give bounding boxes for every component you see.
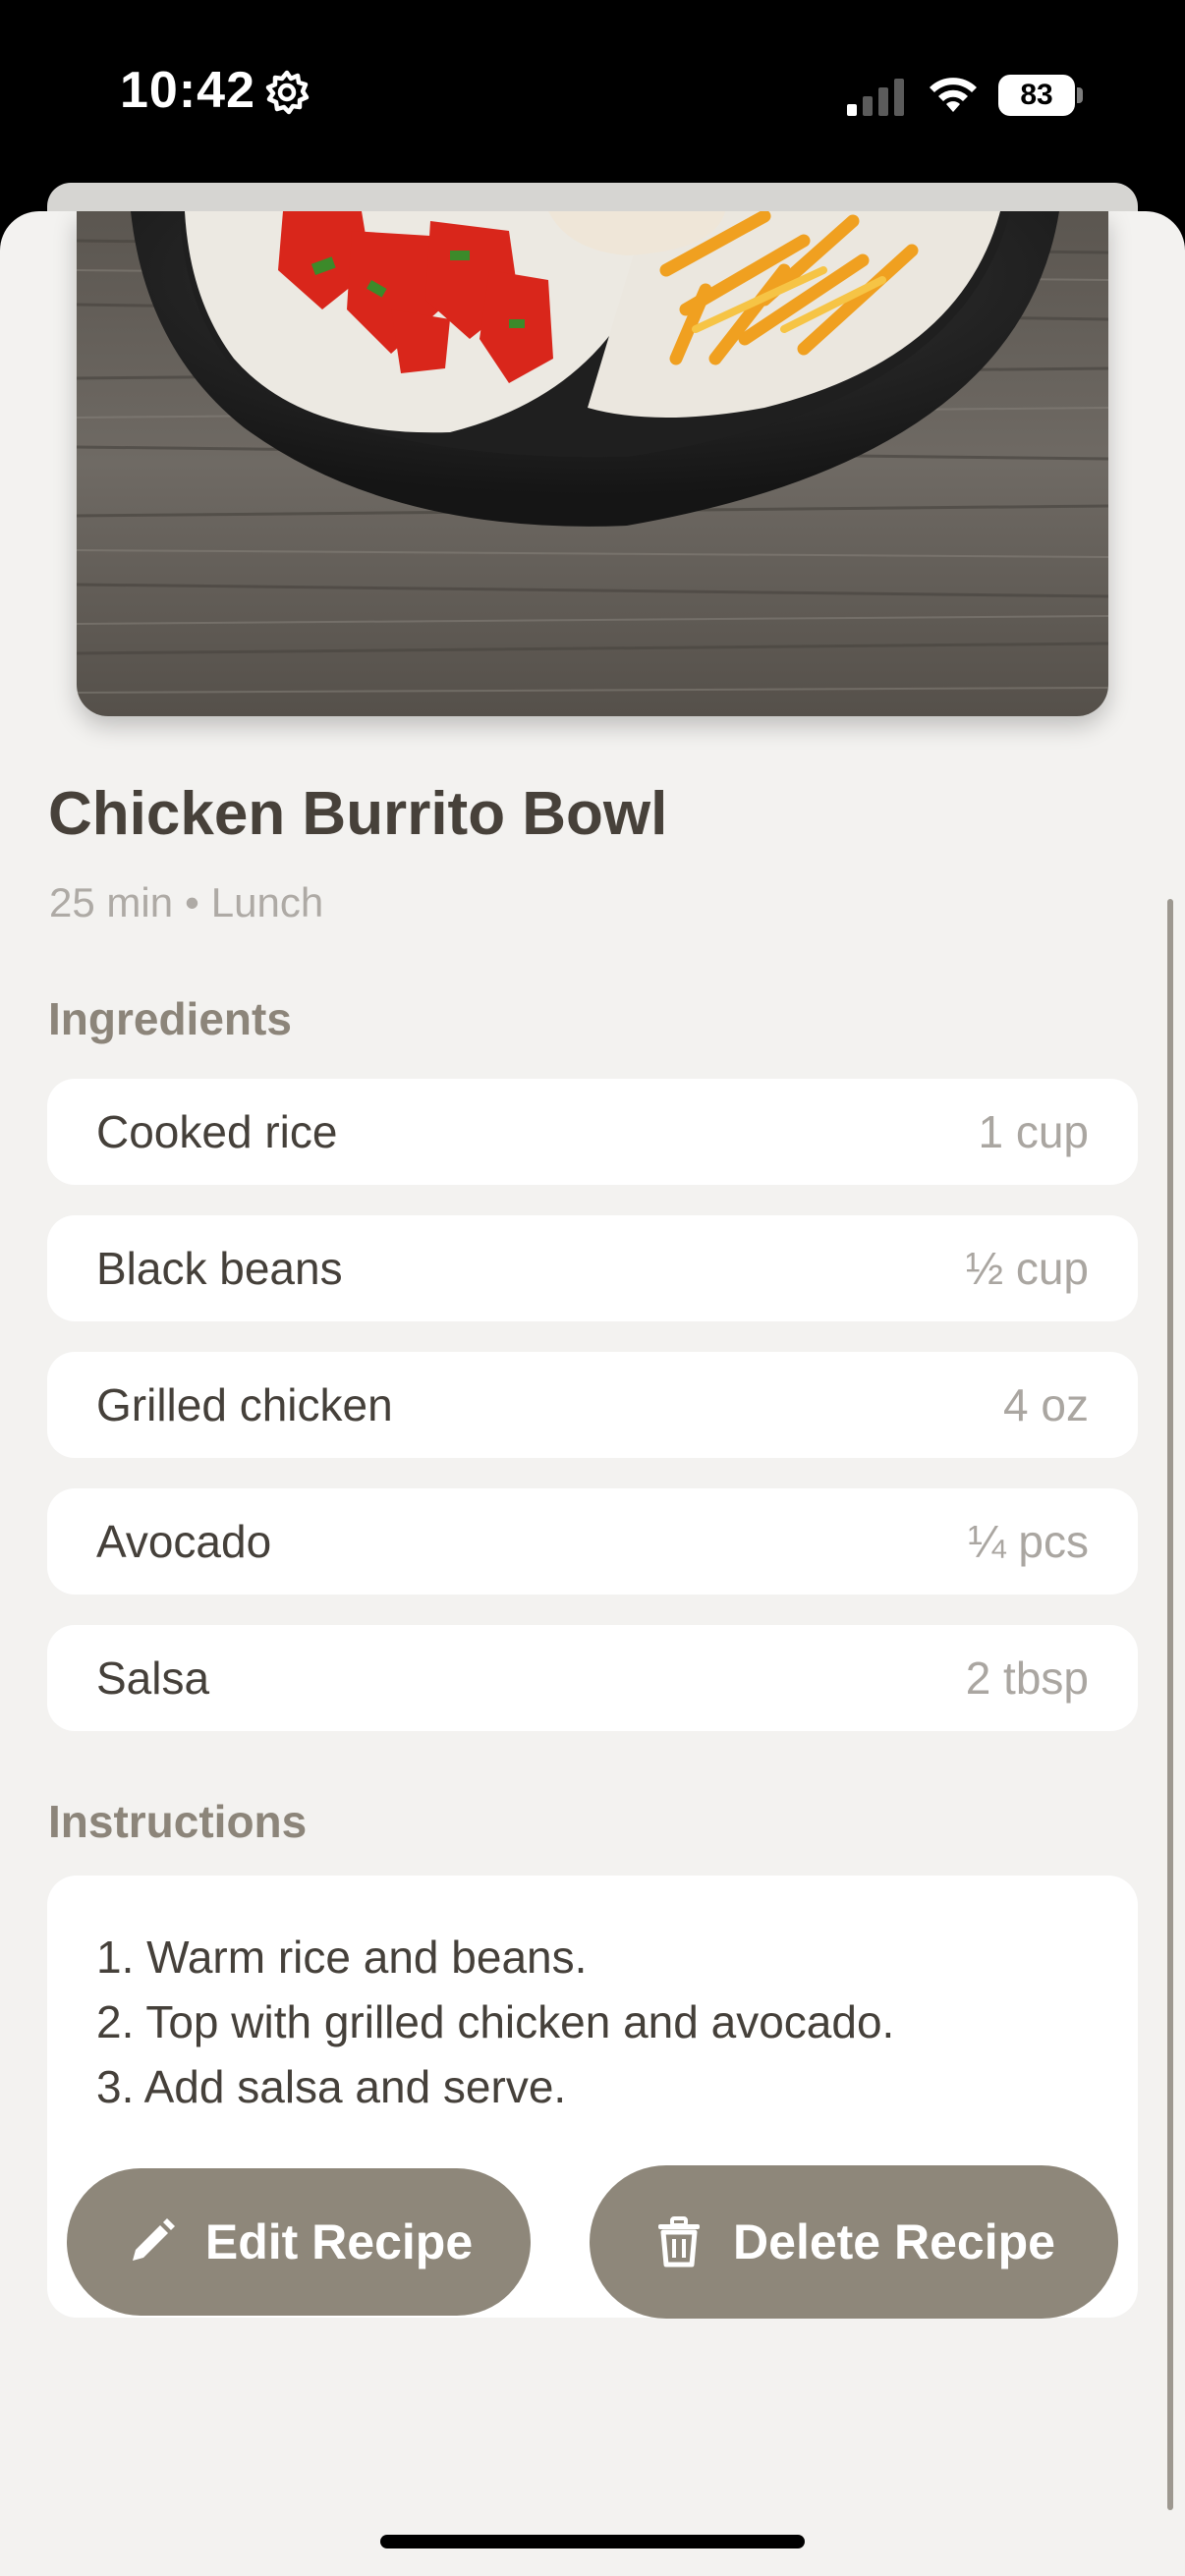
pencil-icon [132, 2218, 175, 2261]
edit-recipe-button[interactable]: Edit Recipe [67, 2168, 531, 2316]
instructions-heading: Instructions [48, 1796, 308, 1847]
wifi-icon [930, 78, 977, 112]
scroll-indicator[interactable] [1167, 899, 1173, 2510]
instruction-step: 2. Top with grilled chicken and avocado. [96, 1996, 895, 2047]
ingredient-name: Salsa [96, 1652, 210, 1704]
recipe-meta: 25 min • Lunch [49, 879, 323, 926]
ingredient-quantity: ¼ pcs [968, 1516, 1089, 1567]
ingredient-row[interactable]: Salsa 2 tbsp [47, 1625, 1138, 1731]
delete-recipe-label: Delete Recipe [733, 2214, 1055, 2269]
status-bar: 10:42 83 [0, 0, 1185, 187]
delete-recipe-button[interactable]: Delete Recipe [590, 2165, 1118, 2319]
home-indicator[interactable] [380, 2535, 805, 2548]
ingredient-quantity: 2 tbsp [965, 1652, 1089, 1704]
edit-recipe-label: Edit Recipe [204, 2214, 474, 2269]
ingredient-quantity: 1 cup [978, 1106, 1089, 1157]
recipe-title: Chicken Burrito Bowl [48, 780, 668, 848]
ingredient-row[interactable]: Black beans ½ cup [47, 1215, 1138, 1321]
instruction-step: 3. Add salsa and serve. [96, 2061, 567, 2112]
ingredients-heading: Ingredients [48, 993, 292, 1044]
gear-icon [265, 70, 310, 115]
ingredient-name: Avocado [96, 1516, 272, 1567]
instruction-step: 1. Warm rice and beans. [96, 1932, 588, 1983]
ingredient-row[interactable]: Avocado ¼ pcs [47, 1488, 1138, 1595]
status-time: 10:42 [120, 62, 255, 119]
ingredient-quantity: ½ cup [965, 1243, 1089, 1294]
recipe-duration: 25 min [49, 879, 174, 925]
recipe-photo [77, 211, 1108, 716]
ingredient-quantity: 4 oz [1003, 1379, 1089, 1430]
ingredient-row[interactable]: Cooked rice 1 cup [47, 1079, 1138, 1185]
meta-separator: • [185, 879, 199, 925]
cellular-signal-icon [847, 79, 904, 116]
ingredient-name: Grilled chicken [96, 1379, 393, 1430]
ingredient-list: Cooked rice 1 cup Black beans ½ cup Gril… [47, 1079, 1138, 1762]
battery-icon: 83 [998, 75, 1083, 116]
trash-icon [658, 2216, 701, 2268]
ingredient-name: Cooked rice [96, 1106, 338, 1157]
recipe-meal-type: Lunch [210, 879, 324, 925]
ingredient-name: Black beans [96, 1243, 343, 1294]
ingredient-row[interactable]: Grilled chicken 4 oz [47, 1352, 1138, 1458]
battery-level: 83 [998, 75, 1075, 116]
battery-cap [1077, 87, 1083, 103]
